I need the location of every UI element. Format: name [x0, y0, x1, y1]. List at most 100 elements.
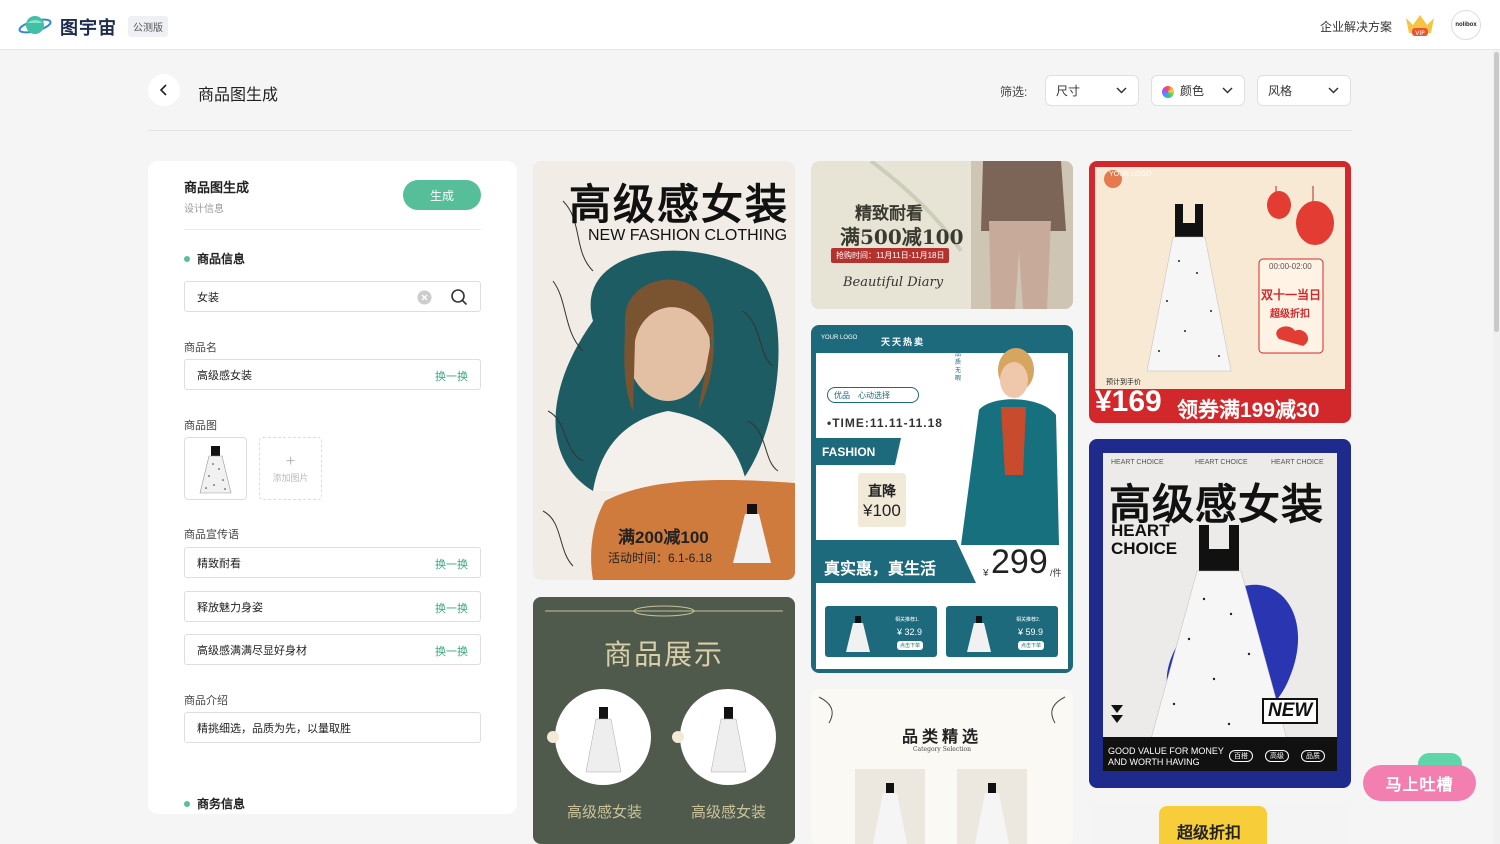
- card4-logo: YOUR LOGO: [821, 335, 858, 341]
- card4-tag1: 优品: [834, 390, 850, 400]
- scrollbar-thumb[interactable]: [1494, 52, 1499, 332]
- card7-new-badge: NEW: [1262, 698, 1319, 724]
- card4-rec2[interactable]: 相关推荐2. ¥ 59.9 点击下单: [946, 606, 1058, 657]
- poster-card-diary[interactable]: 精致耐看 满500减100 抢购时间：11月11日-11月18日 Beautif…: [811, 161, 1073, 309]
- color-filter-label: 颜色: [1180, 84, 1205, 98]
- card4-price: 299: [991, 543, 1048, 581]
- card3-signature: Beautiful Diary: [843, 275, 944, 290]
- card1-promo: 满200减100: [618, 528, 709, 547]
- section-business-label: 商务信息: [197, 797, 246, 811]
- card4-drop-value: ¥100: [863, 501, 901, 520]
- add-image-button[interactable]: + 添加图片: [259, 437, 322, 500]
- slogan-value-1: 精致耐看: [197, 557, 241, 570]
- card7-tag1: 百搭: [1229, 750, 1253, 762]
- card4-slogan: 真实惠，真生活: [824, 561, 937, 578]
- card4-price-unit: /件: [1050, 568, 1062, 578]
- swap-slogan-1-link[interactable]: 换一换: [435, 556, 468, 572]
- slogan-field-1[interactable]: 精致耐看 换一换: [184, 547, 481, 578]
- design-info-panel: 商品图生成 设计信息 生成 商品信息 女装 商品名 高级感女装 换一换 商品图 …: [148, 161, 517, 814]
- card6-line2: 超级折扣: [1270, 309, 1310, 320]
- card6-logo: YOUR LOGO: [1109, 171, 1152, 178]
- product-search-input[interactable]: 女装: [184, 281, 481, 312]
- card1-subtitle: NEW FASHION CLOTHING: [588, 227, 788, 244]
- swap-name-link[interactable]: 换一换: [435, 368, 468, 384]
- color-filter-dropdown[interactable]: 颜色: [1151, 75, 1245, 106]
- card3-line2: 满500减100: [840, 225, 964, 249]
- color-wheel-icon: [1162, 85, 1174, 98]
- card7-tag2: 高级: [1265, 750, 1289, 762]
- card7-foot1: GOOD VALUE FOR MONEY: [1108, 746, 1224, 756]
- card7-small2: HEART CHOICE: [1195, 459, 1248, 466]
- intro-field[interactable]: 精挑细选，品质为先，以量取胜: [184, 712, 481, 743]
- rec2-buy-button[interactable]: 点击下单: [1018, 641, 1045, 650]
- swap-slogan-2-link[interactable]: 换一换: [435, 600, 468, 616]
- poster-card-double11[interactable]: YOUR LOGO 00:00-02:00 双十一当日 超级折扣 预计到手价 ¥…: [1089, 161, 1351, 423]
- planet-logo-icon[interactable]: [18, 12, 52, 38]
- product-image-thumbnail[interactable]: [184, 437, 247, 500]
- chevron-down-icon: [1222, 87, 1233, 94]
- product-image-label: 商品图: [184, 420, 217, 432]
- panel-subtitle: 设计信息: [184, 204, 224, 215]
- beta-badge: 公测版: [128, 16, 168, 37]
- card4-rec1[interactable]: 相关推荐1. ¥ 32.9 点击下单: [825, 606, 937, 657]
- rec2-dress-image: [967, 616, 991, 652]
- category-art: [818, 696, 1066, 844]
- card7-sub1: HEART: [1111, 521, 1170, 540]
- chevron-down-icon: [1328, 87, 1339, 94]
- feedback-button[interactable]: 马上吐槽: [1363, 765, 1476, 801]
- card2-item2: 高级感女装: [691, 803, 767, 821]
- poster-card-heart-choice[interactable]: HEART CHOICE HEART CHOICE HEART CHOICE 高…: [1089, 439, 1351, 788]
- slogan-field-2[interactable]: 释放魅力身姿 换一换: [184, 591, 481, 622]
- panel-title: 商品图生成: [184, 180, 250, 195]
- clear-icon[interactable]: [417, 290, 432, 305]
- section-product-label: 商品信息: [197, 252, 246, 266]
- size-filter-label: 尺寸: [1056, 84, 1081, 98]
- card7-tag3: 品质: [1301, 750, 1325, 762]
- user-avatar[interactable]: nolibox: [1451, 10, 1481, 40]
- rec2-price: ¥ 59.9: [1018, 627, 1044, 637]
- search-icon[interactable]: [450, 288, 468, 306]
- slogan-value-3: 高级感满满尽显好身材: [197, 644, 307, 657]
- slogan-field-3[interactable]: 高级感满满尽显好身材 换一换: [184, 634, 481, 665]
- panel-divider: [184, 229, 481, 230]
- slogan-label: 商品宣传语: [184, 529, 239, 541]
- product-name-field[interactable]: 高级感女装 换一换: [184, 359, 481, 390]
- plus-icon: +: [285, 453, 296, 470]
- card7-small3: HEART CHOICE: [1271, 459, 1324, 466]
- filter-label: 筛选:: [1000, 85, 1028, 99]
- style-filter-dropdown[interactable]: 风格: [1257, 75, 1351, 106]
- brand-name[interactable]: 图宇宙: [60, 14, 117, 40]
- dress-image: [199, 446, 232, 494]
- style-filter-label: 风格: [1268, 84, 1293, 98]
- card8-title: 超级折扣: [1177, 825, 1242, 842]
- search-value: 女装: [197, 291, 219, 304]
- rec1-buy-button[interactable]: 点击下单: [897, 641, 924, 650]
- section-product-info: 商品信息: [184, 250, 245, 267]
- card4-drop-label: 直降: [868, 483, 896, 499]
- rec1-title: 相关推荐1.: [895, 617, 920, 623]
- back-button[interactable]: [148, 74, 180, 106]
- swap-slogan-3-link[interactable]: 换一换: [435, 643, 468, 659]
- card6-time: 00:00-02:00: [1269, 262, 1312, 271]
- vip-label: VIP: [1415, 30, 1425, 37]
- generate-button[interactable]: 生成: [403, 180, 481, 210]
- poster-card-fashion[interactable]: 高级感女装 NEW FASHION CLOTHING 满200减100 活动时间…: [533, 161, 795, 580]
- card6-coupon: 领券满199减30: [1177, 399, 1320, 422]
- bullet-dot-icon: [184, 800, 190, 807]
- poster-card-showcase[interactable]: 商品展示 高级感女装 高级感女装: [533, 597, 795, 844]
- poster-card-category[interactable]: 品类精选 Category Selection: [811, 689, 1073, 844]
- poster-card-super-discount[interactable]: 超级折扣: [1089, 804, 1351, 844]
- card3-line3: 抢购时间：11月11日-11月18日: [831, 248, 950, 263]
- intro-label: 商品介绍: [184, 695, 228, 707]
- enterprise-solution-link[interactable]: 企业解决方案: [1320, 18, 1392, 35]
- card7-small1: HEART CHOICE: [1111, 459, 1164, 466]
- vip-crown-icon[interactable]: VIP: [1404, 12, 1436, 38]
- card4-tag: 优品 心动选择: [827, 387, 919, 403]
- page-title: 商品图生成: [198, 87, 279, 104]
- card4-side: 品质无暇: [955, 352, 962, 382]
- card4-price-currency: ¥: [983, 568, 989, 579]
- rec2-title: 相关推荐2.: [1016, 617, 1041, 623]
- poster-card-hot-sale[interactable]: YOUR LOGO 天天热卖 优品 心动选择 •TIME:11.11-11.18…: [811, 325, 1073, 673]
- size-filter-dropdown[interactable]: 尺寸: [1045, 75, 1139, 106]
- slogan-value-2: 释放魅力身姿: [197, 601, 263, 614]
